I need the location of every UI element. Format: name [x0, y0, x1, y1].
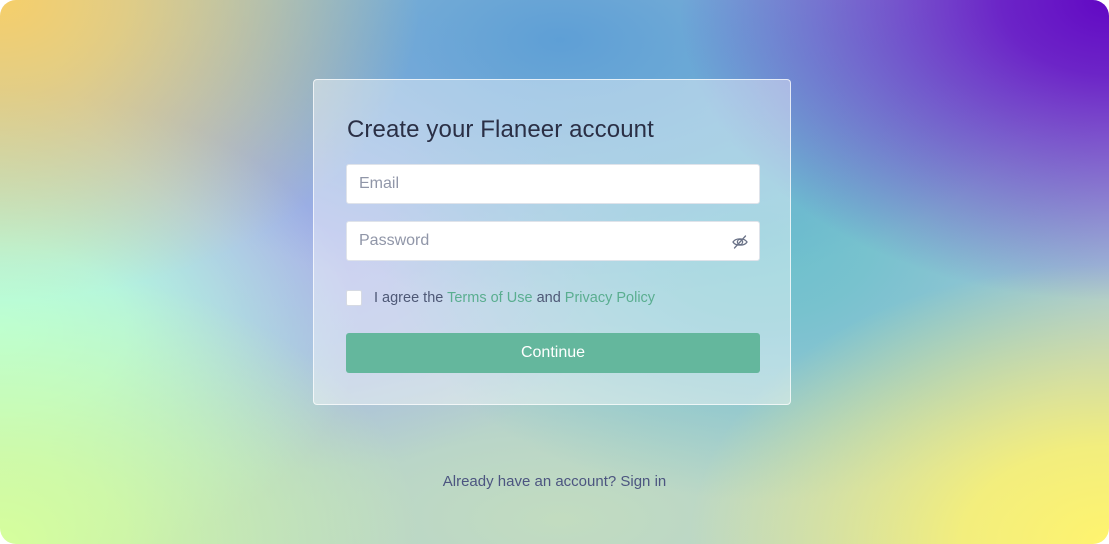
- privacy-policy-link[interactable]: Privacy Policy: [565, 290, 655, 306]
- terms-checkbox[interactable]: [346, 290, 362, 306]
- agree-and: and: [536, 290, 561, 306]
- signin-prompt-text: Already have an account?: [442, 473, 617, 490]
- agree-prefix: I agree the: [374, 290, 444, 306]
- password-field-container: [346, 221, 760, 261]
- continue-button[interactable]: Continue: [346, 333, 760, 373]
- email-field-container: [346, 164, 760, 204]
- terms-agreement-text: I agree the Terms of Use and Privacy Pol…: [374, 290, 655, 306]
- signin-prompt: Already have an account? Sign in: [0, 473, 1109, 490]
- email-field[interactable]: [347, 165, 759, 203]
- signup-card: Create your Flaneer account I agree the …: [313, 79, 791, 405]
- sign-in-link[interactable]: Sign in: [620, 473, 666, 490]
- terms-agreement: I agree the Terms of Use and Privacy Pol…: [346, 289, 655, 307]
- password-field[interactable]: [347, 222, 759, 260]
- gradient-background: Create your Flaneer account I agree the …: [0, 0, 1109, 544]
- eye-off-icon[interactable]: [731, 233, 749, 251]
- terms-of-use-link[interactable]: Terms of Use: [447, 290, 532, 306]
- page-title: Create your Flaneer account: [347, 116, 654, 143]
